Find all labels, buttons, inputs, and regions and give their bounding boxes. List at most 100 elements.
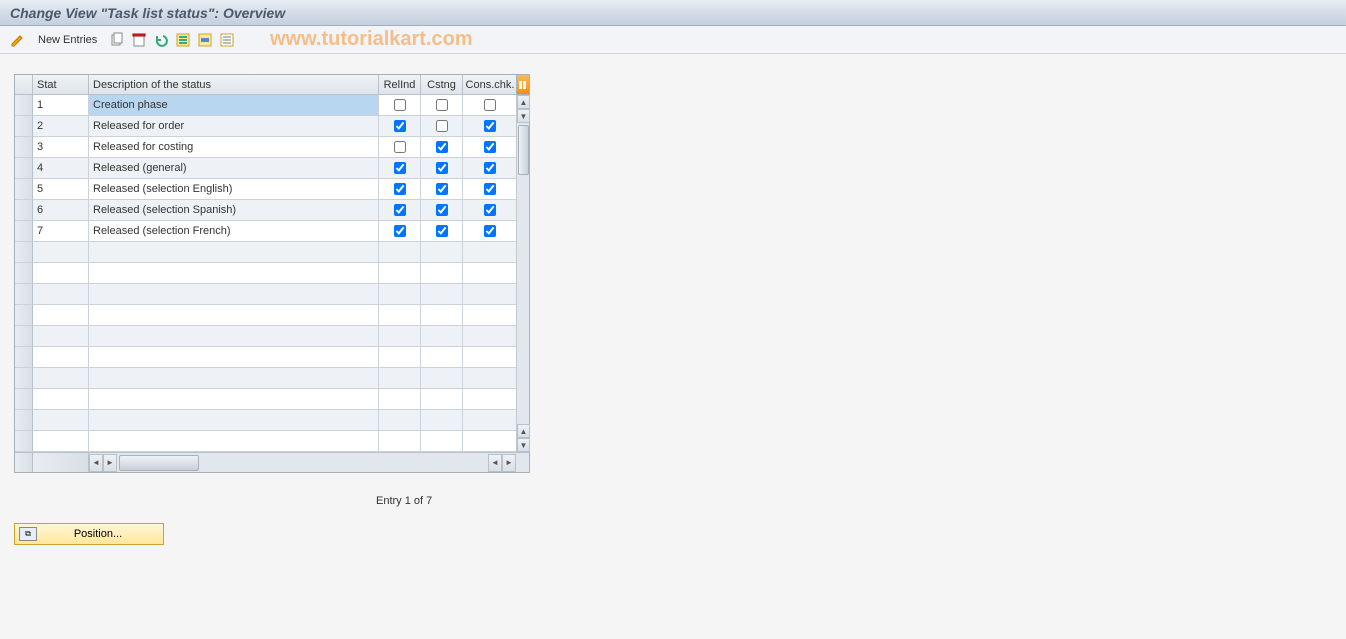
checkbox-conschk-input[interactable] — [484, 120, 496, 132]
row-selector[interactable] — [15, 347, 33, 368]
cell-stat[interactable]: 1 — [33, 95, 89, 116]
empty-cell[interactable] — [421, 326, 463, 347]
checkbox-cstng-input[interactable] — [436, 141, 448, 153]
row-selector[interactable] — [15, 431, 33, 452]
empty-cell[interactable] — [421, 368, 463, 389]
empty-cell[interactable] — [33, 431, 89, 452]
cell-description[interactable]: Released (selection Spanish) — [89, 200, 379, 221]
empty-cell[interactable] — [463, 305, 518, 326]
empty-cell[interactable] — [33, 263, 89, 284]
position-button[interactable]: ⧉ Position... — [14, 523, 164, 545]
empty-cell[interactable] — [379, 410, 421, 431]
empty-cell[interactable] — [379, 431, 421, 452]
checkbox-conschk[interactable] — [463, 95, 518, 116]
empty-cell[interactable] — [89, 347, 379, 368]
row-selector[interactable] — [15, 200, 33, 221]
checkbox-cstng[interactable] — [421, 158, 463, 179]
row-selector[interactable] — [15, 95, 33, 116]
empty-cell[interactable] — [379, 368, 421, 389]
select-all-corner[interactable] — [15, 75, 33, 95]
vertical-scrollbar[interactable]: ▲ ▼ ▲ ▼ — [516, 95, 529, 452]
checkbox-conschk-input[interactable] — [484, 162, 496, 174]
cell-stat[interactable]: 5 — [33, 179, 89, 200]
scroll-down-icon[interactable]: ▼ — [517, 438, 530, 452]
empty-cell[interactable] — [421, 305, 463, 326]
empty-cell[interactable] — [463, 242, 518, 263]
table-settings-icon[interactable] — [516, 75, 529, 95]
checkbox-relind-input[interactable] — [394, 120, 406, 132]
cell-stat[interactable]: 3 — [33, 137, 89, 158]
cell-description[interactable]: Released (general) — [89, 158, 379, 179]
scroll-right-end-icon[interactable]: ► — [502, 454, 516, 472]
checkbox-conschk[interactable] — [463, 158, 518, 179]
checkbox-cstng[interactable] — [421, 221, 463, 242]
empty-cell[interactable] — [463, 410, 518, 431]
checkbox-conschk[interactable] — [463, 179, 518, 200]
empty-cell[interactable] — [89, 410, 379, 431]
row-selector[interactable] — [15, 179, 33, 200]
cell-stat[interactable]: 7 — [33, 221, 89, 242]
empty-cell[interactable] — [33, 284, 89, 305]
row-selector[interactable] — [15, 158, 33, 179]
checkbox-cstng-input[interactable] — [436, 162, 448, 174]
row-selector[interactable] — [15, 305, 33, 326]
cell-stat[interactable]: 2 — [33, 116, 89, 137]
cell-description[interactable]: Released (selection English) — [89, 179, 379, 200]
empty-cell[interactable] — [463, 347, 518, 368]
empty-cell[interactable] — [421, 263, 463, 284]
empty-cell[interactable] — [463, 368, 518, 389]
checkbox-conschk[interactable] — [463, 221, 518, 242]
checkbox-relind[interactable] — [379, 179, 421, 200]
empty-cell[interactable] — [89, 431, 379, 452]
checkbox-relind[interactable] — [379, 137, 421, 158]
col-header-cstng[interactable]: Cstng — [421, 75, 463, 95]
copy-icon[interactable] — [107, 30, 127, 50]
empty-cell[interactable] — [33, 242, 89, 263]
empty-cell[interactable] — [379, 389, 421, 410]
checkbox-conschk[interactable] — [463, 116, 518, 137]
checkbox-conschk[interactable] — [463, 200, 518, 221]
empty-cell[interactable] — [379, 347, 421, 368]
cell-description[interactable]: Released (selection French) — [89, 221, 379, 242]
empty-cell[interactable] — [463, 263, 518, 284]
row-selector[interactable] — [15, 137, 33, 158]
row-selector[interactable] — [15, 410, 33, 431]
checkbox-conschk-input[interactable] — [484, 204, 496, 216]
scroll-up-icon[interactable]: ▲ — [517, 95, 530, 109]
select-all-icon[interactable] — [173, 30, 193, 50]
col-header-relind[interactable]: RelInd — [379, 75, 421, 95]
checkbox-conschk-input[interactable] — [484, 99, 496, 111]
cell-stat[interactable]: 6 — [33, 200, 89, 221]
cell-description[interactable]: Released for order — [89, 116, 379, 137]
checkbox-relind[interactable] — [379, 221, 421, 242]
empty-cell[interactable] — [463, 431, 518, 452]
empty-cell[interactable] — [463, 326, 518, 347]
scroll-left-end-icon[interactable]: ◄ — [488, 454, 502, 472]
empty-cell[interactable] — [421, 284, 463, 305]
scroll-page-up-icon[interactable]: ▼ — [517, 109, 530, 123]
cell-description[interactable]: Released for costing — [89, 137, 379, 158]
cell-description[interactable]: Creation phase — [89, 95, 379, 116]
scroll-right-step-icon[interactable]: ► — [103, 454, 117, 472]
empty-cell[interactable] — [379, 242, 421, 263]
col-header-stat[interactable]: Stat — [33, 75, 89, 95]
col-header-description[interactable]: Description of the status — [89, 75, 379, 95]
checkbox-cstng-input[interactable] — [436, 204, 448, 216]
empty-cell[interactable] — [89, 326, 379, 347]
checkbox-cstng-input[interactable] — [436, 183, 448, 195]
row-selector[interactable] — [15, 326, 33, 347]
empty-cell[interactable] — [89, 284, 379, 305]
empty-cell[interactable] — [421, 389, 463, 410]
checkbox-cstng[interactable] — [421, 179, 463, 200]
empty-cell[interactable] — [33, 326, 89, 347]
new-entries-button[interactable]: New Entries — [30, 32, 105, 48]
checkbox-cstng-input[interactable] — [436, 225, 448, 237]
empty-cell[interactable] — [89, 389, 379, 410]
toggle-edit-icon[interactable] — [8, 30, 28, 50]
empty-cell[interactable] — [421, 347, 463, 368]
checkbox-conschk-input[interactable] — [484, 183, 496, 195]
checkbox-relind-input[interactable] — [394, 204, 406, 216]
row-selector[interactable] — [15, 368, 33, 389]
scroll-thumb[interactable] — [518, 125, 529, 175]
checkbox-relind-input[interactable] — [394, 162, 406, 174]
